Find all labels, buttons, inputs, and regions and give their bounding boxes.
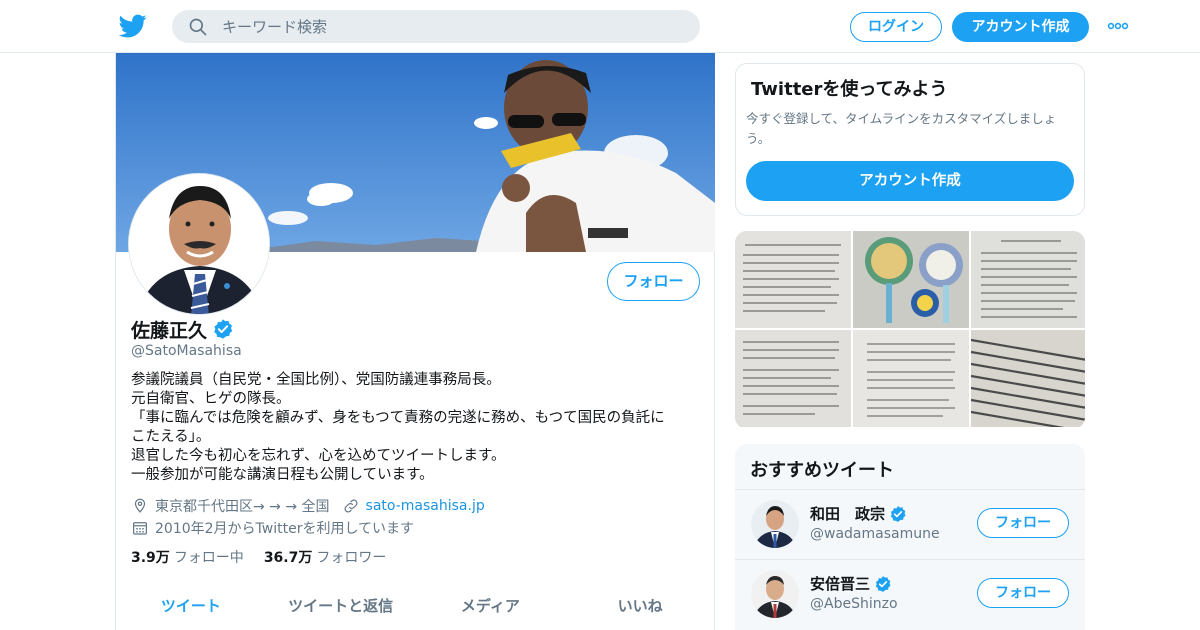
recommended-user-handle[interactable]: @AbeShinzo — [810, 596, 898, 612]
following-stat[interactable]: 3.9万 フォロー中 — [131, 547, 244, 567]
recommended-user-name-row: 和田 政宗 — [810, 503, 907, 524]
search-icon — [189, 18, 207, 36]
signup-card-button[interactable]: アカウント作成 — [746, 161, 1074, 201]
profile-stats: 3.9万 フォロー中 36.7万 フォロワー — [131, 547, 386, 567]
recommended-user-name[interactable]: 安倍晋三 — [810, 573, 870, 594]
profile-joined-date: 2010年2月からTwitterを利用しています — [155, 521, 415, 537]
verified-badge-icon — [890, 505, 906, 522]
profile-handle[interactable]: @SatoMasahisa — [131, 343, 242, 359]
profile-location: 東京都千代田区→ → → 全国 — [155, 499, 330, 515]
top-navigation-bar: ログイン アカウント作成 — [0, 0, 1200, 53]
verified-badge-icon — [875, 575, 891, 592]
profile-bio: 参議院議員（自民党・全国比例）、党国防議連事務局長。 元自衛官、ヒゲの隊長。 「… — [131, 371, 701, 485]
bio-line: 参議院議員（自民党・全国比例）、党国防議連事務局長。 — [131, 372, 501, 388]
tab-media[interactable]: メディア — [416, 588, 566, 630]
recommended-user-name[interactable]: 和田 政宗 — [810, 503, 885, 524]
location-pin-icon — [134, 498, 146, 513]
media-thumbnail[interactable] — [971, 231, 1085, 328]
recommended-follow-button[interactable]: フォロー — [977, 578, 1069, 608]
bio-line: 元自衛官、ヒゲの隊長。 — [131, 391, 291, 407]
media-thumbnail[interactable] — [735, 231, 851, 328]
media-thumbnail[interactable] — [853, 330, 969, 427]
recommended-title: おすすめツイート — [750, 460, 894, 481]
signup-card: Twitterを使ってみよう 今すぐ登録して、タイムラインをカスタマイズしましょ… — [735, 63, 1085, 216]
follow-button[interactable]: フォロー — [607, 262, 700, 301]
recommended-user-name-row: 安倍晋三 — [810, 573, 892, 594]
search-input[interactable] — [222, 10, 682, 43]
profile-column: フォロー 佐藤正久 @SatoMasahisa 参議院議員（自民党・全国比例）、… — [115, 53, 715, 630]
twitter-logo-icon[interactable] — [119, 12, 147, 40]
link-icon — [344, 499, 358, 513]
media-thumbnail[interactable] — [735, 330, 851, 427]
media-gallery — [735, 231, 1085, 429]
bio-line: こたえる」。 — [131, 429, 211, 445]
search-box[interactable] — [172, 10, 700, 43]
signup-button[interactable]: アカウント作成 — [952, 12, 1089, 42]
media-thumbnail[interactable] — [853, 231, 969, 328]
recommended-user-avatar[interactable] — [751, 570, 799, 618]
calendar-icon — [133, 522, 147, 535]
profile-location-row: 東京都千代田区→ → → 全国 sato-masahisa.jp — [131, 496, 485, 516]
profile-website-link[interactable]: sato-masahisa.jp — [366, 498, 485, 514]
tab-tweets[interactable]: ツイート — [116, 588, 266, 630]
profile-name-row: 佐藤正久 — [131, 316, 234, 342]
tab-tweets-and-replies[interactable]: ツイートと返信 — [266, 588, 416, 630]
verified-badge-icon — [214, 319, 233, 339]
profile-tabs: ツイート ツイートと返信 メディア いいね — [116, 588, 715, 630]
recommended-user-avatar[interactable] — [751, 500, 799, 548]
followers-label: フォロワー — [316, 550, 387, 566]
signup-card-title: Twitterを使ってみよう — [751, 79, 948, 100]
profile-avatar[interactable] — [128, 173, 270, 315]
profile-name[interactable]: 佐藤正久 — [131, 316, 207, 343]
following-count: 3.9万 — [131, 550, 170, 566]
signup-card-description: 今すぐ登録して、タイムラインをカスタマイズしましょう。 — [746, 111, 1057, 146]
followers-stat[interactable]: 36.7万 フォロワー — [264, 547, 387, 567]
bio-line: 退官した今も初心を忘れず、心を込めてツイートします。 — [131, 448, 506, 464]
recommended-tweets-panel: おすすめツイート 和田 政宗 @wadamasamune フォロー 安倍晋三 @… — [735, 444, 1085, 630]
bio-line: 「事に臨んでは危険を顧みず、身をもつて責務の完遂に務め、もつて国民の負託に — [131, 410, 665, 426]
bio-line: 一般参加が可能な講演日程も公開しています。 — [131, 467, 434, 483]
more-options-icon[interactable] — [1107, 18, 1129, 34]
recommended-user-handle[interactable]: @wadamasamune — [810, 526, 940, 542]
followers-count: 36.7万 — [263, 550, 313, 566]
login-button[interactable]: ログイン — [850, 12, 942, 42]
following-label: フォロー中 — [173, 550, 244, 566]
profile-joined-row: 2010年2月からTwitterを利用しています — [131, 518, 414, 538]
recommended-follow-button[interactable]: フォロー — [977, 508, 1069, 538]
recommended-user[interactable]: 安倍晋三 @AbeShinzo フォロー — [735, 559, 1085, 627]
recommended-user[interactable]: 和田 政宗 @wadamasamune フォロー — [735, 489, 1085, 557]
media-thumbnail[interactable] — [971, 330, 1085, 427]
tab-likes[interactable]: いいね — [565, 588, 715, 630]
